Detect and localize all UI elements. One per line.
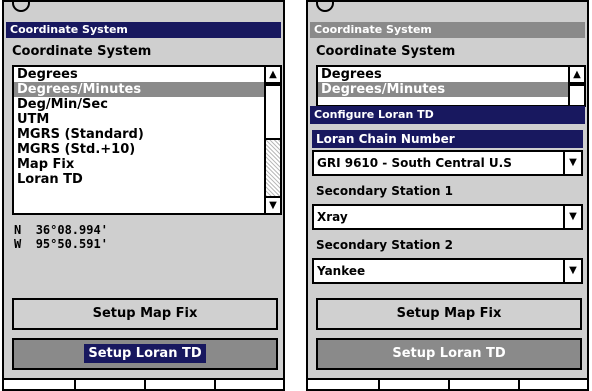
configure-loran-dialog: Configure Loran TD Loran Chain Number GR… — [310, 106, 585, 296]
coordinate-format-list[interactable]: Degrees Degrees/Minutes ▲ — [316, 65, 586, 107]
divider — [448, 380, 450, 389]
scroll-up-icon[interactable]: ▲ — [570, 67, 584, 84]
chevron-down-icon[interactable]: ▼ — [563, 260, 581, 282]
longitude-value: 95°50.591' — [35, 237, 108, 251]
dropdown-value: Yankee — [317, 264, 366, 278]
dropdown-value: Xray — [317, 210, 348, 224]
divider — [378, 380, 380, 389]
setup-loran-td-button[interactable]: Setup Loran TD — [12, 338, 278, 370]
chain-number-label: Loran Chain Number — [312, 130, 583, 148]
latitude-hemisphere: N — [14, 223, 22, 237]
secondary-station-2-dropdown[interactable]: Yankee ▼ — [312, 258, 583, 284]
list-item[interactable]: Map Fix — [14, 157, 280, 172]
button-label: Setup Loran TD — [392, 346, 506, 361]
dialog-title: Configure Loran TD — [310, 106, 585, 124]
window-title: Coordinate System — [6, 22, 281, 38]
button-label: Setup Map Fix — [396, 306, 502, 321]
divider — [518, 380, 520, 389]
divider — [74, 380, 76, 389]
divider — [214, 380, 216, 389]
button-label: Setup Loran TD — [84, 344, 206, 363]
window-title: Coordinate System — [310, 22, 585, 38]
latitude-readout: N 36°08.994' — [14, 224, 108, 237]
longitude-readout: W 95°50.591' — [14, 238, 108, 251]
list-item[interactable]: Loran TD — [14, 172, 280, 187]
divider — [144, 380, 146, 389]
scroll-down-icon[interactable]: ▼ — [266, 196, 280, 213]
chain-number-dropdown[interactable]: GRI 9610 - South Central U.S ▼ — [312, 150, 583, 176]
section-label: Coordinate System — [316, 44, 456, 59]
scroll-thumb[interactable] — [266, 84, 280, 140]
list-item[interactable]: MGRS (Std.+10) — [14, 142, 280, 157]
setup-map-fix-button[interactable]: Setup Map Fix — [12, 298, 278, 330]
chevron-down-icon[interactable]: ▼ — [563, 206, 581, 228]
list-item-selected[interactable]: Degrees/Minutes — [14, 82, 280, 97]
list-item[interactable]: Deg/Min/Sec — [14, 97, 280, 112]
list-item-selected[interactable]: Degrees/Minutes — [318, 82, 584, 97]
coordinate-system-screen: Coordinate System Coordinate System Degr… — [2, 0, 285, 391]
setup-loran-td-button[interactable]: Setup Loran TD — [316, 338, 582, 370]
status-bar — [308, 378, 587, 389]
button-label: Setup Map Fix — [92, 306, 198, 321]
list-scrollbar[interactable]: ▲ ▼ — [264, 67, 280, 213]
latitude-value: 36°08.994' — [35, 223, 108, 237]
list-item[interactable]: MGRS (Standard) — [14, 127, 280, 142]
dropdown-value: GRI 9610 - South Central U.S — [317, 156, 512, 170]
secondary-station-1-label: Secondary Station 1 — [316, 184, 453, 198]
list-item[interactable]: Degrees — [318, 67, 584, 82]
list-item[interactable]: Degrees — [14, 67, 280, 82]
secondary-station-2-label: Secondary Station 2 — [316, 238, 453, 252]
longitude-hemisphere: W — [14, 237, 22, 251]
coordinate-format-list[interactable]: Degrees Degrees/Minutes Deg/Min/Sec UTM … — [12, 65, 282, 215]
bezel-arc — [12, 2, 30, 12]
secondary-station-1-dropdown[interactable]: Xray ▼ — [312, 204, 583, 230]
list-item[interactable]: UTM — [14, 112, 280, 127]
scroll-track[interactable] — [266, 140, 280, 196]
status-bar — [4, 378, 283, 389]
chevron-down-icon[interactable]: ▼ — [563, 152, 581, 174]
list-scrollbar[interactable]: ▲ — [568, 67, 584, 105]
configure-loran-screen: Coordinate System Coordinate System Degr… — [306, 0, 589, 391]
setup-map-fix-button[interactable]: Setup Map Fix — [316, 298, 582, 330]
scroll-thumb[interactable] — [570, 84, 584, 105]
scroll-up-icon[interactable]: ▲ — [266, 67, 280, 84]
section-label: Coordinate System — [12, 44, 152, 59]
bezel-arc — [316, 2, 334, 12]
